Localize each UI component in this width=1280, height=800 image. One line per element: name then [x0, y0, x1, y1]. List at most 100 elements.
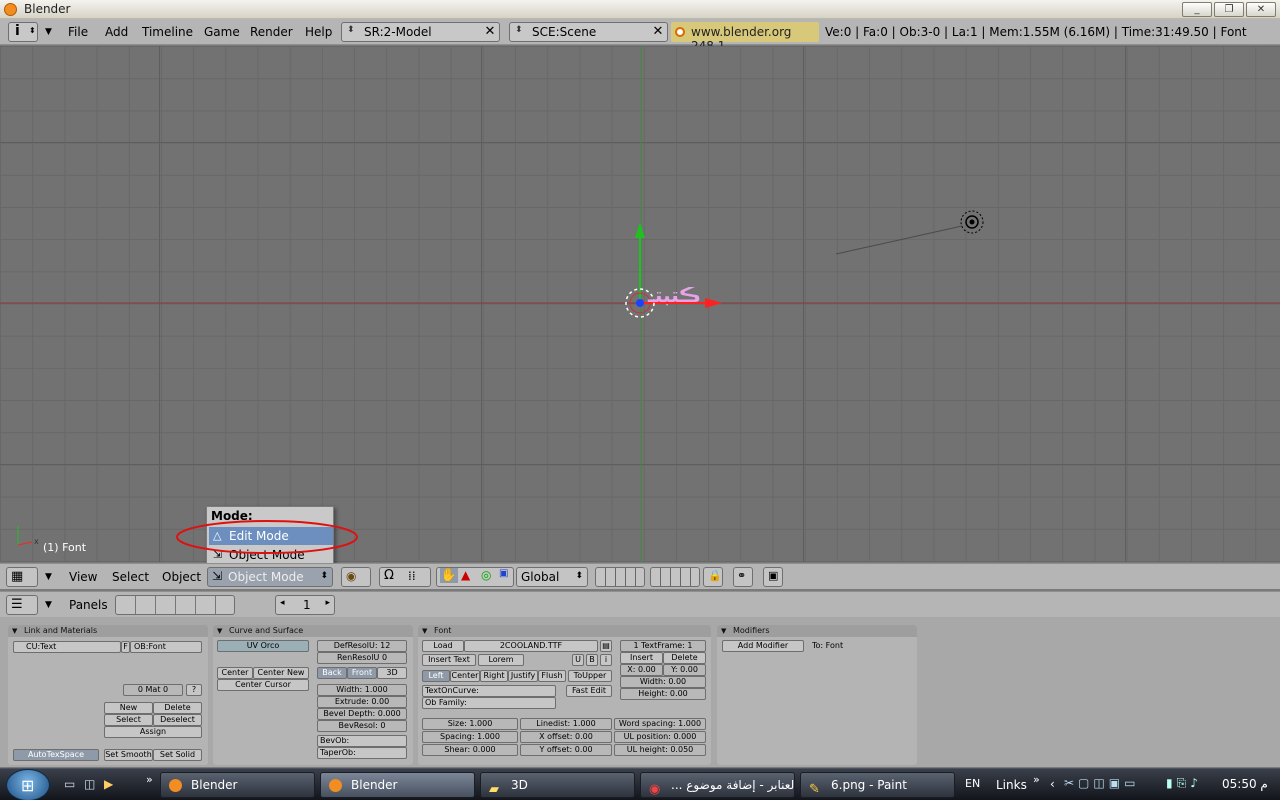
- deselect-material-button[interactable]: Deselect: [153, 714, 202, 726]
- language-indicator[interactable]: EN: [965, 777, 980, 790]
- y-offset-field[interactable]: Y offset: 0.00: [520, 744, 612, 756]
- maximize-button[interactable]: ❐: [1214, 2, 1244, 17]
- shear-field[interactable]: Shear: 0.000: [422, 744, 518, 756]
- width-field[interactable]: Width: 1.000: [317, 684, 407, 696]
- textoncurve-field[interactable]: TextOnCurve:: [422, 685, 556, 697]
- system-tray-icons[interactable]: ▮⎘♪: [1166, 776, 1216, 794]
- align-center-toggle[interactable]: Center: [450, 670, 480, 682]
- object-name-field[interactable]: OB:Font: [130, 641, 202, 653]
- menu-add[interactable]: Add: [105, 25, 128, 39]
- frame-y-field[interactable]: Y: 0.00: [663, 664, 706, 676]
- context-buttons[interactable]: [115, 595, 235, 615]
- link-icon[interactable]: ⚭: [733, 567, 753, 587]
- links-more-icon[interactable]: »: [1033, 773, 1040, 786]
- font-bold-button[interactable]: B: [586, 654, 598, 666]
- show-desktop-icon[interactable]: ▭: [64, 777, 75, 791]
- center-cursor-button[interactable]: Center Cursor: [217, 679, 309, 691]
- front-toggle[interactable]: Front: [347, 667, 377, 679]
- frame-field[interactable]: ◂ 1 ▸: [275, 595, 335, 615]
- bevob-field[interactable]: BevOb:: [317, 735, 407, 747]
- fake-user-button[interactable]: F: [121, 641, 130, 653]
- size-field[interactable]: Size: 1.000: [422, 718, 518, 730]
- insert-frame-button[interactable]: Insert: [620, 652, 663, 664]
- set-solid-button[interactable]: Set Solid: [153, 749, 202, 761]
- center-new-button[interactable]: Center New: [253, 667, 309, 679]
- spacing-field[interactable]: Spacing: 1.000: [422, 731, 518, 743]
- tray-collapse-icon[interactable]: ‹: [1050, 777, 1055, 791]
- blender-url-badge[interactable]: www.blender.org 248.1: [671, 22, 819, 53]
- 3d-viewport[interactable]: ڪتبتـ x (1) Font: [0, 46, 1280, 562]
- draw-type-select[interactable]: ◉: [341, 567, 371, 587]
- bevel-depth-field[interactable]: Bevel Depth: 0.000: [317, 708, 407, 720]
- delete-screen-icon[interactable]: ✕: [483, 25, 497, 39]
- scale-icon[interactable]: ▣: [499, 568, 508, 579]
- menu-object[interactable]: Object: [162, 570, 201, 584]
- panel-title[interactable]: Curve and Surface: [213, 625, 413, 637]
- ob-family-field[interactable]: Ob Family:: [422, 697, 556, 709]
- scene-select[interactable]: ⬍ SCE:Scene ✕: [509, 22, 668, 42]
- 3d-toggle[interactable]: 3D: [377, 667, 407, 679]
- defresolu-field[interactable]: DefResolU: 12: [317, 640, 407, 652]
- align-flush-toggle[interactable]: Flush: [538, 670, 566, 682]
- pivot-select[interactable]: Ω ⁞⁞: [379, 567, 431, 587]
- start-button[interactable]: ⊞: [6, 769, 50, 800]
- frame-height-field[interactable]: Height: 0.00: [620, 688, 706, 700]
- clock[interactable]: 05:50 م: [1222, 777, 1268, 791]
- load-font-button[interactable]: Load: [422, 640, 464, 652]
- collapse-menu-icon[interactable]: ▼: [45, 27, 52, 37]
- media-player-icon[interactable]: ▶: [104, 777, 113, 791]
- word-spacing-field[interactable]: Word spacing: 1.000: [614, 718, 706, 730]
- right-arrow-icon[interactable]: ▸: [325, 598, 330, 608]
- extrude-field[interactable]: Extrude: 0.00: [317, 696, 407, 708]
- panel-title[interactable]: Modifiers: [717, 625, 917, 637]
- curve-datablock-field[interactable]: CU:Text: [13, 641, 121, 653]
- translate-icon[interactable]: ▲: [461, 568, 470, 582]
- delete-material-button[interactable]: Delete: [153, 702, 202, 714]
- browse-font-icon[interactable]: ▤: [600, 640, 612, 652]
- ul-height-field[interactable]: UL height: 0.050: [614, 744, 706, 756]
- toupper-button[interactable]: ToUpper: [568, 670, 612, 682]
- bevresol-field[interactable]: BevResol: 0: [317, 720, 407, 732]
- render-icon[interactable]: ▣: [763, 567, 783, 587]
- panel-title[interactable]: Link and Materials: [8, 625, 208, 637]
- rotate-icon[interactable]: ◎: [481, 568, 491, 582]
- manipulator-buttons[interactable]: ✋ ▲ ◎ ▣: [436, 567, 514, 587]
- menu-help[interactable]: Help: [305, 25, 332, 39]
- menu-render[interactable]: Render: [250, 25, 293, 39]
- frame-width-field[interactable]: Width: 0.00: [620, 676, 706, 688]
- editor-type-button[interactable]: ▦: [6, 567, 38, 587]
- add-modifier-button[interactable]: Add Modifier: [722, 640, 804, 652]
- hand-icon[interactable]: ✋: [440, 568, 458, 583]
- center-button[interactable]: Center: [217, 667, 253, 679]
- left-arrow-icon[interactable]: ◂: [280, 598, 285, 608]
- lorem-button[interactable]: Lorem: [478, 654, 524, 666]
- taskbar-item-browser[interactable]: ◉ ... العنابر - إضافة موضوع: [640, 772, 795, 798]
- orientation-select[interactable]: Global ⬍: [516, 567, 588, 587]
- menu-game[interactable]: Game: [204, 25, 240, 39]
- new-material-button[interactable]: New: [104, 702, 153, 714]
- fast-edit-toggle[interactable]: Fast Edit: [566, 685, 612, 697]
- links-toolbar[interactable]: Links: [996, 778, 1027, 792]
- panel-title[interactable]: Font: [418, 625, 711, 637]
- ul-position-field[interactable]: UL position: 0.000: [614, 731, 706, 743]
- taskbar-item-blender-2[interactable]: Blender: [320, 772, 475, 798]
- taskbar-item-blender-1[interactable]: Blender: [160, 772, 315, 798]
- layer-buttons-2[interactable]: [650, 567, 700, 587]
- collapse-menu-icon[interactable]: ▼: [45, 572, 52, 582]
- autotexspace-toggle[interactable]: AutoTexSpace: [13, 749, 99, 761]
- quick-launch-more-icon[interactable]: »: [146, 773, 153, 786]
- delete-scene-icon[interactable]: ✕: [651, 25, 665, 39]
- menu-timeline[interactable]: Timeline: [142, 25, 193, 39]
- assign-material-button[interactable]: Assign: [104, 726, 202, 738]
- set-smooth-button[interactable]: Set Smooth: [104, 749, 153, 761]
- delete-frame-button[interactable]: Delete: [663, 652, 706, 664]
- taskbar-item-paint[interactable]: ✎ 6.png - Paint: [800, 772, 955, 798]
- frame-x-field[interactable]: X: 0.00: [620, 664, 663, 676]
- editor-type-button[interactable]: ☰: [6, 595, 38, 615]
- switch-windows-icon[interactable]: ◫: [84, 777, 95, 791]
- select-material-button[interactable]: Select: [104, 714, 153, 726]
- minimize-button[interactable]: _: [1182, 2, 1212, 17]
- material-query-button[interactable]: ?: [186, 684, 202, 696]
- linedist-field[interactable]: Linedist: 1.000: [520, 718, 612, 730]
- menu-view[interactable]: View: [69, 570, 97, 584]
